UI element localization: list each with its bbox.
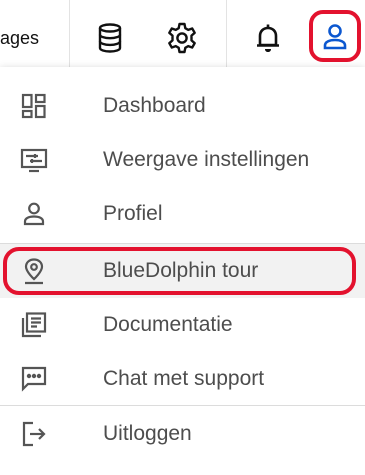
menu-item-chat-support[interactable]: Chat met support [0, 352, 365, 406]
topbar-partial-label[interactable]: ages [0, 28, 39, 49]
menu-item-profile[interactable]: Profiel [0, 187, 365, 241]
tour-item-highlight [3, 247, 356, 295]
notification-bell-icon[interactable] [250, 20, 286, 56]
logout-icon [19, 419, 49, 449]
settings-gear-icon[interactable] [164, 20, 200, 56]
dashboard-icon [19, 91, 49, 121]
database-icon[interactable] [92, 20, 128, 56]
person-icon [19, 199, 49, 229]
menu-item-label: Profiel [103, 202, 163, 225]
menu-item-display-settings[interactable]: Weergave instellingen [0, 133, 365, 187]
menu-item-label: Chat met support [103, 367, 265, 390]
menu-divider [0, 405, 365, 406]
menu-item-dashboard[interactable]: Dashboard [0, 79, 365, 133]
menu-item-label: Weergave instellingen [103, 148, 310, 171]
menu-item-label: Documentatie [103, 313, 233, 336]
menu-item-documentation[interactable]: Documentatie [0, 298, 365, 352]
menu-item-logout[interactable]: Uitloggen [0, 407, 365, 461]
library-books-icon [19, 310, 49, 340]
chat-bubble-icon [19, 364, 49, 394]
display-settings-icon [19, 145, 49, 175]
menu-item-label: Uitloggen [103, 422, 192, 445]
user-profile-icon[interactable] [317, 19, 353, 55]
menu-item-label: Dashboard [103, 94, 206, 117]
